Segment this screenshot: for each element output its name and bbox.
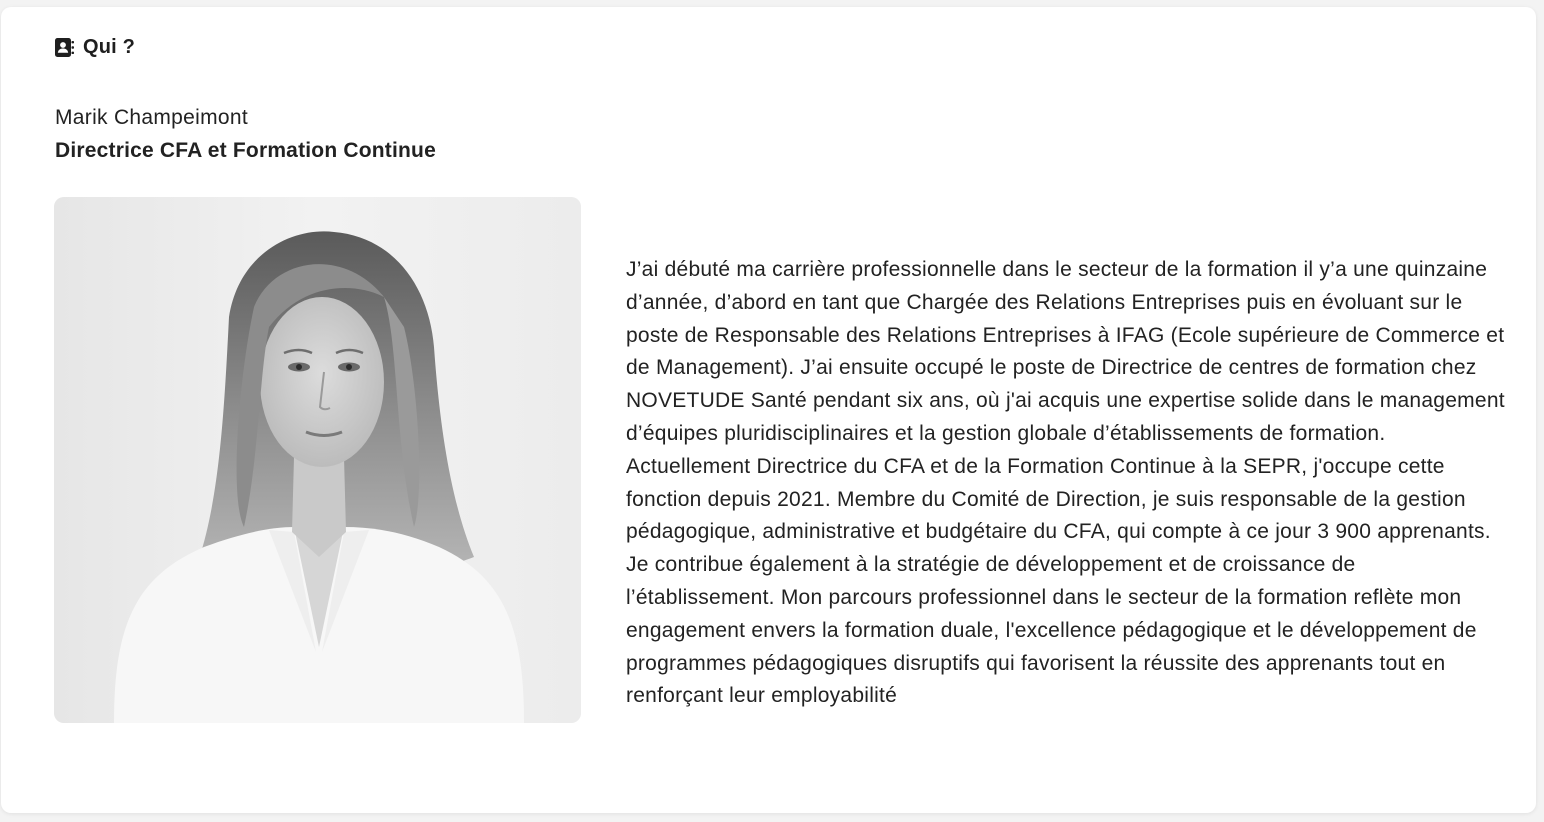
profile-card: Qui ? Marik Champeimont Directrice CFA e… [1,7,1536,813]
person-role: Directrice CFA et Formation Continue [55,139,436,162]
section-title: Qui ? [83,35,136,58]
portrait-photo [54,197,581,723]
contact-book-icon [54,37,75,58]
biography-text: J’ai débuté ma carrière professionnelle … [626,258,1505,708]
person-name: Marik Champeimont [55,106,248,129]
section-header: Qui ? [54,36,135,58]
